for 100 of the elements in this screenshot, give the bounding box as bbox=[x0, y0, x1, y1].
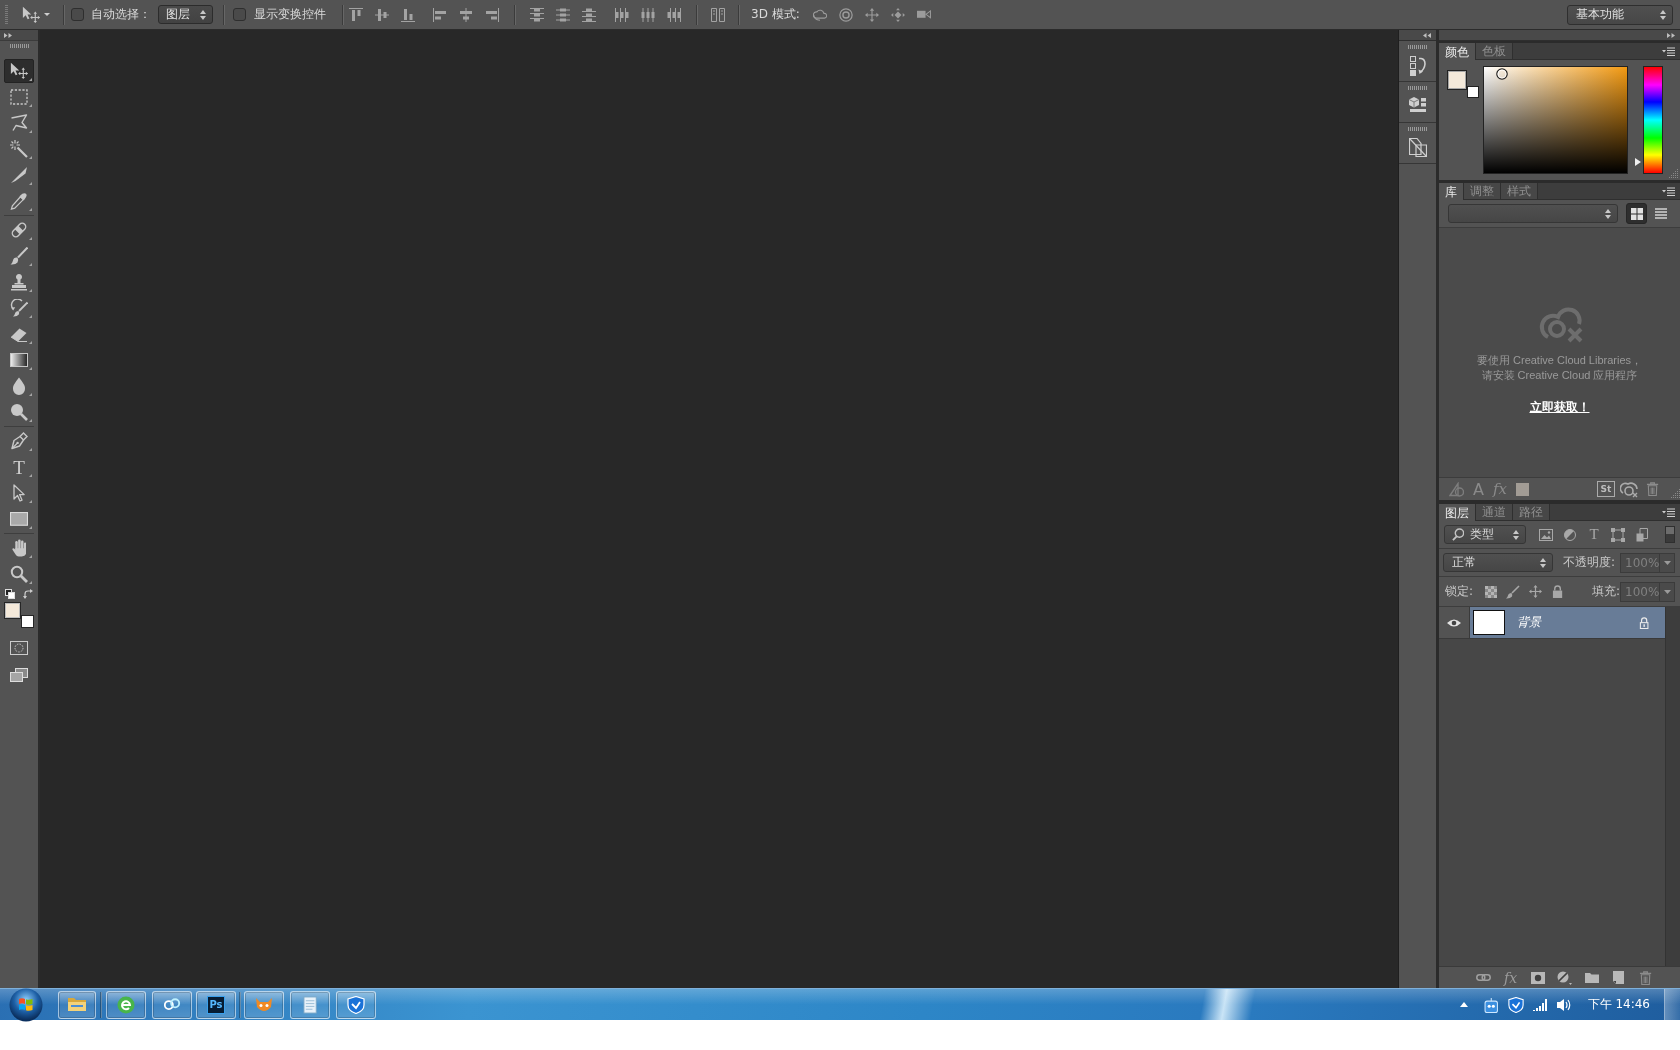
brush-icon[interactable] bbox=[1506, 584, 1521, 599]
filter-toggle[interactable] bbox=[1665, 526, 1675, 543]
chain-link-icon[interactable] bbox=[1476, 973, 1491, 982]
folder-icon[interactable] bbox=[1584, 972, 1599, 983]
page-stack-icon[interactable] bbox=[1636, 527, 1648, 542]
distribute-middle-icon[interactable] bbox=[556, 7, 570, 22]
panel-tab[interactable]: 库 bbox=[1439, 183, 1464, 200]
foreground-color-swatch[interactable] bbox=[4, 602, 21, 619]
slashed-frames-icon[interactable] bbox=[1408, 138, 1427, 157]
align-top-icon[interactable] bbox=[349, 7, 363, 22]
resize-grip-icon[interactable] bbox=[1671, 489, 1680, 498]
color-field[interactable] bbox=[1483, 66, 1628, 174]
background-color-swatch[interactable] bbox=[1467, 86, 1479, 98]
grip-icon bbox=[9, 44, 29, 48]
checkbox[interactable] bbox=[71, 8, 84, 21]
panel-tab[interactable]: 颜色 bbox=[1439, 43, 1476, 60]
expand-arrows-icon[interactable] bbox=[4, 32, 12, 38]
st-button[interactable]: St bbox=[1596, 481, 1615, 497]
taskbar-button[interactable] bbox=[244, 990, 284, 1019]
dotted-circle-frame-icon[interactable] bbox=[10, 641, 28, 655]
cloud-sync-icon[interactable] bbox=[1619, 480, 1638, 498]
signal-bars-icon[interactable] bbox=[1532, 998, 1547, 1011]
concentric-circles-icon[interactable] bbox=[838, 7, 853, 22]
align-bottom-icon[interactable] bbox=[401, 7, 415, 22]
auto-select-dropdown[interactable]: 图层 bbox=[158, 5, 213, 24]
panel-tab[interactable]: 调整 bbox=[1464, 183, 1501, 199]
transform-frame-icon[interactable] bbox=[1611, 527, 1625, 542]
panel-tab[interactable]: 样式 bbox=[1501, 183, 1538, 199]
type-filter-button[interactable]: T bbox=[1589, 527, 1599, 542]
get-now-link[interactable]: 立即获取！ bbox=[1529, 399, 1590, 416]
move-tool-button[interactable] bbox=[4, 59, 34, 83]
taskbar-button[interactable] bbox=[106, 990, 146, 1019]
panel-tab[interactable]: 图层 bbox=[1439, 504, 1476, 521]
robot-icon[interactable] bbox=[1484, 996, 1499, 1013]
two-columns-icon[interactable] bbox=[711, 7, 725, 22]
panel-menu-icon[interactable] bbox=[1662, 507, 1675, 517]
image-icon[interactable] bbox=[1539, 528, 1553, 541]
clock[interactable]: 下午 14:46 bbox=[1587, 996, 1650, 1013]
lock-icon[interactable] bbox=[1638, 616, 1649, 629]
square-icon[interactable] bbox=[1515, 482, 1529, 496]
cloud-arrow-icon[interactable] bbox=[812, 7, 827, 22]
taskbar-button[interactable] bbox=[336, 990, 376, 1019]
checkbox[interactable] bbox=[233, 8, 246, 21]
panel-tab[interactable]: 色板 bbox=[1476, 43, 1513, 59]
hue-marker-icon[interactable] bbox=[1635, 158, 1641, 167]
foreground-color-swatch[interactable] bbox=[1447, 70, 1467, 90]
video-camera-icon[interactable] bbox=[916, 10, 931, 19]
cube-sliders-icon[interactable] bbox=[1409, 97, 1426, 112]
show-desktop-button[interactable] bbox=[1664, 989, 1680, 1020]
cross-arrows-icon[interactable] bbox=[864, 7, 879, 22]
shield-check-icon[interactable] bbox=[1507, 996, 1524, 1013]
grid-view-button[interactable] bbox=[1626, 203, 1647, 224]
checker-icon[interactable] bbox=[1485, 585, 1498, 598]
small-squares-icon[interactable] bbox=[5, 589, 15, 599]
distribute-bottom-icon[interactable] bbox=[582, 7, 596, 22]
distribute-right-icon[interactable] bbox=[667, 7, 681, 22]
squares-arrow-icon[interactable] bbox=[1409, 56, 1426, 76]
workspace-dropdown[interactable]: 基本功能 bbox=[1567, 4, 1673, 25]
move-arrows-icon[interactable] bbox=[1528, 585, 1542, 598]
slashed-circle-icon[interactable] bbox=[1557, 970, 1572, 985]
taskbar-button[interactable] bbox=[152, 990, 192, 1019]
align-center-icon[interactable] bbox=[459, 7, 473, 22]
filter-kind-dropdown[interactable]: 类型 bbox=[1444, 525, 1526, 544]
align-left-icon[interactable] bbox=[433, 7, 447, 22]
mask-icon[interactable] bbox=[1530, 971, 1545, 984]
panel-menu-icon[interactable] bbox=[1662, 46, 1675, 56]
taskbar-button[interactable] bbox=[290, 990, 330, 1019]
taskbar-button[interactable] bbox=[58, 990, 96, 1019]
lock-icon[interactable] bbox=[1551, 585, 1563, 598]
trash-icon[interactable] bbox=[1638, 970, 1653, 985]
grip-icon[interactable] bbox=[5, 5, 8, 24]
distribute-top-icon[interactable] bbox=[530, 7, 544, 22]
distribute-left-icon[interactable] bbox=[615, 7, 629, 22]
background-color-swatch[interactable] bbox=[21, 615, 34, 628]
panel-tab[interactable]: 路径 bbox=[1513, 504, 1550, 520]
panel-tab[interactable]: 通道 bbox=[1476, 504, 1513, 520]
trash-icon[interactable] bbox=[1645, 482, 1659, 496]
align-middle-icon[interactable] bbox=[375, 7, 389, 22]
align-right-icon[interactable] bbox=[485, 7, 499, 22]
distribute-center-icon[interactable] bbox=[641, 7, 655, 22]
stacked-windows-icon[interactable] bbox=[10, 668, 28, 682]
swap-arrow-icon[interactable] bbox=[23, 589, 33, 599]
panel-menu-icon[interactable] bbox=[1662, 186, 1675, 196]
type-tool-button[interactable]: T bbox=[4, 455, 34, 479]
new-page-icon[interactable] bbox=[1613, 971, 1624, 984]
layer-row[interactable]: 背景 bbox=[1470, 607, 1665, 638]
blend-mode-dropdown[interactable]: 正常 bbox=[1443, 553, 1553, 572]
collapse-arrows-icon[interactable] bbox=[1423, 32, 1431, 38]
start-button[interactable] bbox=[9, 987, 43, 1022]
expand-arrows-icon[interactable] bbox=[1667, 32, 1675, 38]
speaker-icon[interactable] bbox=[1556, 997, 1571, 1012]
scrollbar[interactable] bbox=[1665, 607, 1680, 966]
fx-button[interactable]: fx bbox=[1503, 970, 1518, 985]
diamond-arrows-icon[interactable] bbox=[890, 7, 905, 22]
half-circle-icon[interactable] bbox=[1564, 528, 1576, 541]
picker-ring-icon[interactable] bbox=[1496, 68, 1508, 80]
taskbar-button[interactable]: Ps bbox=[196, 990, 236, 1019]
resize-grip-icon[interactable] bbox=[1669, 169, 1678, 178]
caret-up-icon[interactable] bbox=[1459, 1002, 1468, 1007]
eye-icon[interactable] bbox=[1447, 617, 1461, 628]
